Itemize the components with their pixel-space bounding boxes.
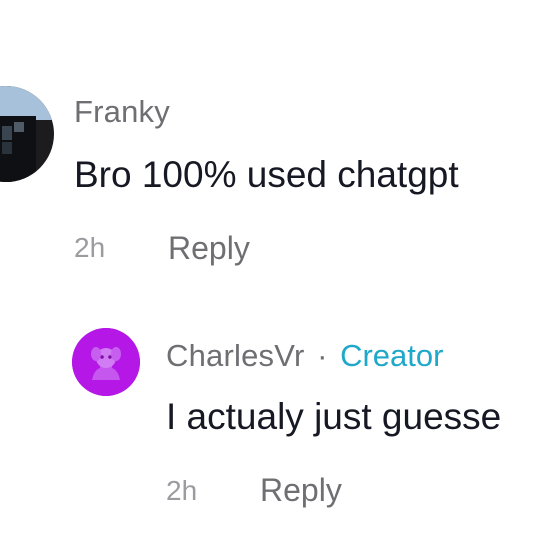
comment-text: I actualy just guesse <box>166 396 502 437</box>
comment-text: Bro 100% used chatgpt <box>74 154 459 195</box>
comment-timestamp: 2h <box>166 475 198 506</box>
separator-dot: · <box>317 338 328 373</box>
comment-username[interactable]: CharlesVr <box>166 338 304 373</box>
avatar-franky[interactable] <box>0 86 54 182</box>
reply-button[interactable]: Reply <box>168 230 250 267</box>
comment-item-franky: Franky Bro 100% used chatgpt 2h Reply <box>0 0 560 280</box>
comment-timestamp: 2h <box>74 232 106 263</box>
avatar-charlesvr[interactable] <box>72 328 140 396</box>
creator-badge: Creator <box>340 338 444 373</box>
comment-username[interactable]: Franky <box>74 94 170 130</box>
comments-screen: Franky Bro 100% used chatgpt 2h Reply Ch… <box>0 0 560 560</box>
avatar-face-icon <box>72 328 140 396</box>
reply-button[interactable]: Reply <box>260 472 342 509</box>
comment-author-row: CharlesVr · Creator <box>166 338 443 374</box>
